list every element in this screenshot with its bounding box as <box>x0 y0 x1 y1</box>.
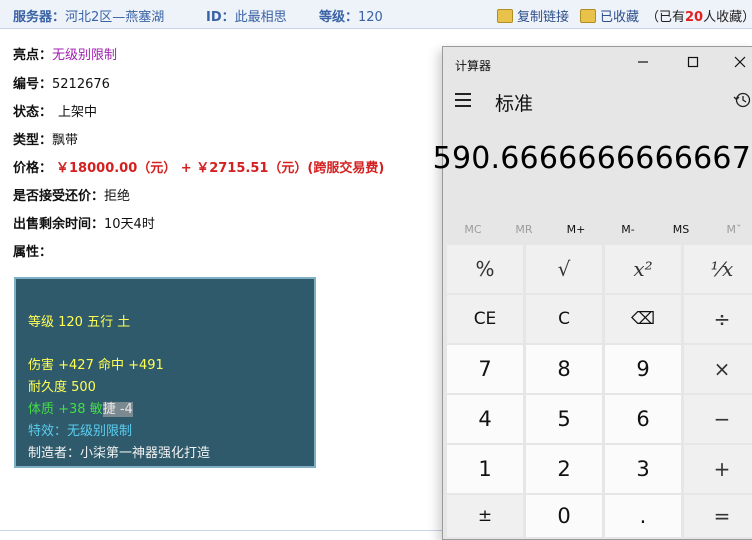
square-button[interactable]: x² <box>605 245 681 293</box>
copy-link-button[interactable]: 复制链接 <box>497 6 569 25</box>
maximize-button[interactable] <box>683 53 703 73</box>
favorite-icon <box>580 9 596 23</box>
status-value: 上架中 <box>58 105 98 120</box>
memory-list-button[interactable]: Mˇ <box>707 223 752 236</box>
digit-0-button[interactable]: 0 <box>526 495 602 537</box>
square-label: x² <box>633 257 653 281</box>
level-label: 等级： <box>319 10 359 25</box>
hamburger-icon <box>455 93 471 95</box>
close-icon <box>734 56 746 68</box>
attribute-panel: 等级 120 五行 土 伤害 +427 命中 +491 耐久度 500 体质 +… <box>14 277 316 468</box>
calculator-window[interactable]: 计算器 标准 590.6666666666667 MC MR M+ M- MS … <box>433 46 752 540</box>
digit-2-button[interactable]: 2 <box>526 445 602 493</box>
favorited-button[interactable]: 已收藏 <box>580 6 639 25</box>
memory-recall-button[interactable]: MR <box>497 223 551 236</box>
digit-7-button[interactable]: 7 <box>447 345 523 393</box>
digit-1-button[interactable]: 1 <box>447 445 523 493</box>
number-label: 编号： <box>13 77 53 92</box>
multiply-button[interactable]: × <box>684 345 752 393</box>
status-label: 状态： <box>13 105 53 120</box>
clear-button[interactable]: C <box>526 295 602 343</box>
time-left-label: 出售剩余时间： <box>13 217 105 232</box>
divider <box>0 530 445 531</box>
server-info: 服务器：河北2区—燕塞湖 <box>13 6 164 25</box>
price-row: 价格： ￥18000.00（元） + ￥2715.51（元）(跨服交易费) <box>13 157 384 176</box>
calculator-display: 590.6666666666667 <box>432 141 751 176</box>
memory-clear-button[interactable]: MC <box>446 223 500 236</box>
reciprocal-label: ¹⁄x <box>710 257 734 281</box>
attr-durability-line: 耐久度 500 <box>28 380 96 395</box>
attr-effect-line: 特效：无级别限制 <box>28 424 133 439</box>
counter-offer-row: 是否接受还价：拒绝 <box>13 185 130 204</box>
minus-button[interactable]: − <box>684 395 752 443</box>
level-info: 等级：120 <box>319 6 383 25</box>
status-row: 状态： 上架中 <box>13 101 97 120</box>
close-button[interactable] <box>730 53 750 73</box>
menu-button[interactable] <box>455 93 471 111</box>
memory-add-button[interactable]: M+ <box>549 223 603 236</box>
highlight-row: 亮点：无级别限制 <box>13 44 117 63</box>
reciprocal-button[interactable]: ¹⁄x <box>684 245 752 293</box>
minimize-button[interactable] <box>633 53 653 73</box>
digit-9-button[interactable]: 9 <box>605 345 681 393</box>
server-label: 服务器： <box>13 10 66 25</box>
digit-5-button[interactable]: 5 <box>526 395 602 443</box>
attr-maker-line: 制造者：小柒第一神器强化打造 <box>28 446 211 461</box>
minimize-icon <box>638 61 648 63</box>
counter-offer-label: 是否接受还价： <box>13 189 105 204</box>
highlight-value: 无级别限制 <box>52 48 118 63</box>
history-icon <box>733 92 751 108</box>
sqrt-button[interactable]: √ <box>526 245 602 293</box>
type-value: 飘带 <box>52 133 79 148</box>
digit-6-button[interactable]: 6 <box>605 395 681 443</box>
memory-store-button[interactable]: MS <box>654 223 708 236</box>
plus-button[interactable]: + <box>684 445 752 493</box>
top-info-bar: 服务器：河北2区—燕塞湖 ID：此最相思 等级：120 复制链接 已收藏 （已有… <box>0 0 752 29</box>
time-left-row: 出售剩余时间：10天4时 <box>13 213 155 232</box>
attr-level-line: 等级 120 五行 土 <box>28 315 131 330</box>
id-value: 此最相思 <box>234 10 287 25</box>
number-value: 5212676 <box>52 77 110 92</box>
memory-subtract-button[interactable]: M- <box>601 223 655 236</box>
attr-stat-part-a: 体质 +38 敏 <box>28 402 103 417</box>
id-info: ID：此最相思 <box>206 6 287 25</box>
negate-button[interactable]: ± <box>447 495 523 537</box>
favorite-count: （已有20人收藏） <box>646 6 752 25</box>
link-icon <box>497 9 513 23</box>
percent-button[interactable]: % <box>447 245 523 293</box>
server-value: 河北2区—燕塞湖 <box>65 10 165 25</box>
backspace-button[interactable]: ⌫ <box>605 295 681 343</box>
decimal-button[interactable]: . <box>605 495 681 537</box>
type-label: 类型： <box>13 133 53 148</box>
price-label: 价格： <box>13 161 53 176</box>
attr-damage-line: 伤害 +427 命中 +491 <box>28 358 164 373</box>
copy-link-label: 复制链接 <box>517 10 570 25</box>
favorite-count-number: 20 <box>685 10 704 25</box>
price-value: ￥18000.00（元） + ￥2715.51（元）(跨服交易费) <box>56 161 385 176</box>
favorited-label: 已收藏 <box>600 10 640 25</box>
attr-row: 属性： <box>13 241 52 260</box>
equals-button[interactable]: = <box>684 495 752 537</box>
calculator-mode: 标准 <box>495 93 534 115</box>
maximize-icon <box>687 56 699 68</box>
digit-8-button[interactable]: 8 <box>526 345 602 393</box>
attr-stat-part-b-selected: 捷 -4 <box>102 402 133 417</box>
favorite-count-prefix: （已有 <box>646 10 686 25</box>
attr-stat-line: 体质 +38 敏捷 -4 <box>28 398 133 417</box>
favorite-count-suffix: 人收藏） <box>703 10 752 25</box>
digit-3-button[interactable]: 3 <box>605 445 681 493</box>
history-button[interactable] <box>733 91 751 109</box>
divide-button[interactable]: ÷ <box>684 295 752 343</box>
id-label: ID： <box>206 10 235 25</box>
type-row: 类型：飘带 <box>13 129 78 148</box>
level-value: 120 <box>358 10 383 25</box>
digit-4-button[interactable]: 4 <box>447 395 523 443</box>
clear-entry-button[interactable]: CE <box>447 295 523 343</box>
counter-offer-value: 拒绝 <box>104 189 131 204</box>
time-left-value: 10天4时 <box>104 217 155 232</box>
number-row: 编号：5212676 <box>13 73 110 92</box>
highlight-label: 亮点： <box>13 48 53 63</box>
calculator-title: 计算器 <box>455 59 492 73</box>
attr-label: 属性： <box>13 245 53 260</box>
